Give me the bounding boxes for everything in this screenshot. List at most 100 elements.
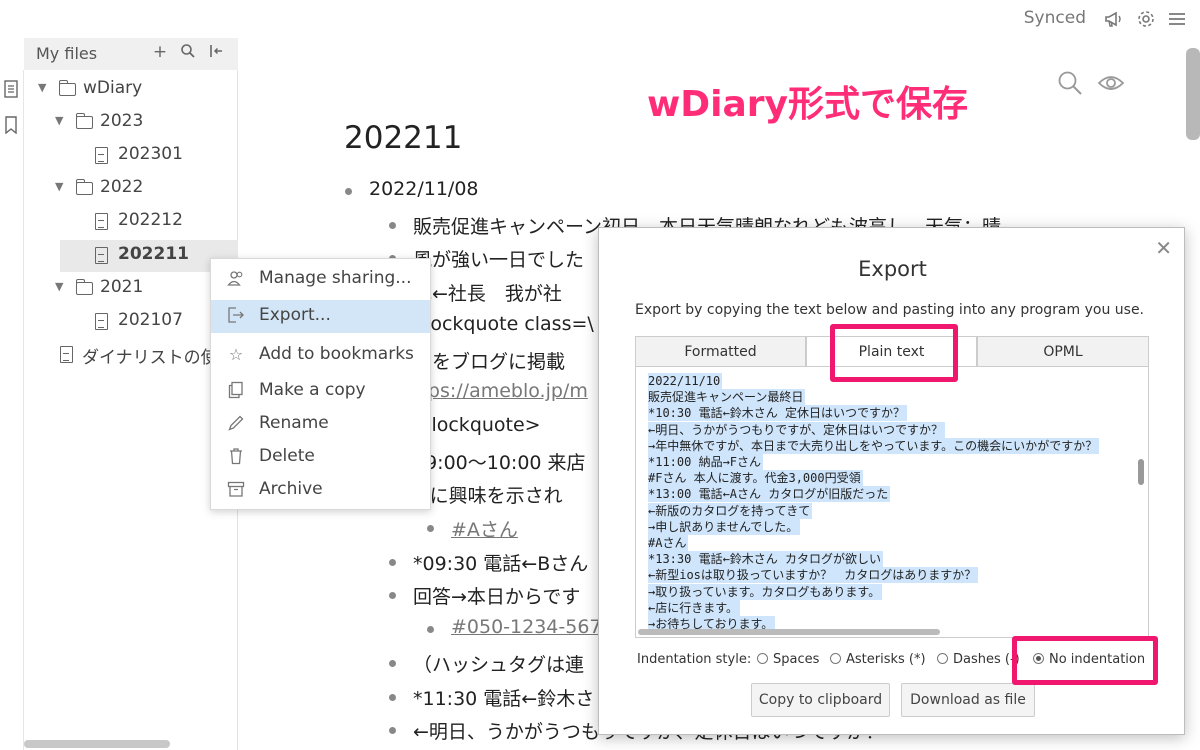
outline-bullet[interactable] (389, 727, 396, 735)
outline-bullet[interactable] (389, 592, 396, 600)
radio-dashes[interactable]: Dashes (-) (937, 652, 1020, 667)
export-text-line: ←明日、うかがうつもりですが、定休日はいつですか？ (648, 421, 945, 438)
outline-bullet[interactable] (389, 693, 396, 701)
collapse-sidebar-icon[interactable] (206, 43, 226, 64)
outline-item-text[interactable]: 09:00〜10:00 来店 (413, 448, 586, 475)
copy-to-clipboard-button[interactable]: Copy to clipboard (751, 683, 890, 717)
radio-dot (937, 653, 948, 664)
outline-item-text[interactable]: /blockquote> (413, 414, 541, 436)
outline-item-text[interactable]: #Aさん (451, 515, 518, 542)
outline-bullet[interactable] (389, 558, 396, 566)
outline-item-text[interactable]: 礼←社長 我が社 (413, 279, 562, 306)
outline-bullet[interactable] (389, 659, 396, 667)
caret-down-icon[interactable]: ▼ (55, 180, 63, 193)
tree-document-202107[interactable]: 202107 (24, 306, 238, 338)
outline-item-text[interactable]: blockquote class=\ (413, 313, 594, 335)
export-text-line: *13:00 電話←Aさん カタログが旧版だった (648, 486, 891, 503)
add-file-icon[interactable]: + (150, 42, 170, 62)
document-list-icon[interactable] (4, 80, 20, 98)
search-icon[interactable] (1057, 70, 1083, 100)
outline-bullet[interactable] (389, 221, 396, 229)
menu-item-archive[interactable]: Archive (211, 474, 430, 507)
radio-dot (757, 653, 768, 664)
radio-label: Asterisks (*) (846, 652, 926, 667)
caret-down-icon[interactable]: ▼ (55, 114, 63, 127)
eye-icon[interactable] (1097, 73, 1125, 97)
menu-item-export[interactable]: Export... (211, 300, 430, 333)
caret-down-icon[interactable]: ▼ (55, 280, 63, 293)
export-text-line: ←新型iosは取り扱っていますか？ カタログはありますか？ (648, 567, 979, 584)
tree-folder-2021[interactable]: ▼ 2021 (24, 273, 238, 305)
outline-item-text[interactable]: *09:30 電話←Bさん (413, 549, 588, 576)
tab-formatted[interactable]: Formatted (635, 336, 806, 368)
highlight-no-indentation (1012, 636, 1158, 685)
outline-bullet[interactable] (427, 525, 434, 532)
search-icon[interactable] (178, 43, 198, 64)
indentation-label: Indentation style: (637, 652, 752, 667)
menu-item-delete[interactable]: Delete (211, 441, 430, 474)
bookmark-icon[interactable] (4, 116, 20, 135)
document-icon (95, 313, 108, 330)
copy-icon (227, 381, 245, 401)
export-text-area[interactable]: 2022/11/10 販売促進キャンペーン最終日 *10:30 電話←鈴木さん 定休… (635, 366, 1149, 638)
menu-item-label: Manage sharing... (259, 268, 412, 288)
radio-label: Dashes (-) (953, 652, 1020, 667)
sidebar-scrollbar[interactable] (24, 740, 170, 748)
folder-icon (75, 279, 93, 295)
export-icon (227, 306, 245, 326)
pencil-icon (227, 414, 245, 434)
editor-scrollbar[interactable] (1186, 48, 1200, 140)
outline-item-text[interactable]: *11:30 電話←鈴木さ (413, 684, 594, 711)
document-title: 202211 (344, 120, 463, 156)
outline-item-text[interactable]: 明をブログに掲載 (413, 347, 565, 374)
folder-icon (75, 179, 93, 195)
menu-item-manage-sharing[interactable]: Manage sharing... (211, 263, 430, 296)
tree-document-202212[interactable]: 202212 (24, 206, 238, 238)
radio-spaces[interactable]: Spaces (757, 652, 819, 667)
trash-icon (227, 447, 245, 467)
menu-item-rename[interactable]: Rename (211, 408, 430, 441)
outline-item-text[interactable]: ○に興味を示され (413, 481, 563, 508)
file-sidebar: My files + ▼ wDiary ▼ 2023 202301 ▼ 2022… (24, 38, 238, 750)
tree-folder-wdiary[interactable]: ▼ wDiary (24, 74, 238, 106)
tree-label: 2023 (100, 111, 144, 131)
outline-item-text[interactable]: （ハッシュタグは連 (413, 650, 584, 677)
outline-item-text[interactable]: 風が強い一日でした (413, 245, 584, 272)
tree-label: 202301 (118, 144, 183, 164)
archive-icon (227, 480, 245, 500)
annotation-caption: wDiary形式で保存 (647, 84, 968, 125)
outline-item-text[interactable]: 2022/11/08 (369, 178, 479, 200)
tree-label: 2021 (100, 277, 144, 297)
tab-opml[interactable]: OPML (977, 336, 1149, 368)
tree-document-202301[interactable]: 202301 (24, 140, 238, 172)
export-text-line: *13:30 電話←鈴木さん カタログが欲しい (648, 551, 884, 568)
context-menu: Manage sharing... Export... ☆ Add to boo… (210, 258, 431, 510)
menu-item-add-to-bookmarks[interactable]: ☆ Add to bookmarks (211, 339, 430, 372)
menu-item-label: Rename (259, 413, 329, 433)
export-text-line: *11:00 納品→Fさん (648, 454, 764, 470)
tree-folder-2022[interactable]: ▼ 2022 (24, 173, 238, 205)
gear-icon[interactable] (1135, 8, 1157, 30)
menu-item-make-a-copy[interactable]: Make a copy (211, 375, 430, 408)
caret-down-icon[interactable]: ▼ (38, 81, 46, 94)
side-rail (0, 70, 24, 750)
dialog-description: Export by copying the text below and pas… (635, 302, 1145, 318)
outline-item-text[interactable]: 回答→本日からです (413, 582, 580, 609)
menu-item-label: Make a copy (259, 380, 366, 400)
tree-folder-2023[interactable]: ▼ 2023 (24, 107, 238, 139)
export-text-line: 2022/11/10 (648, 373, 723, 389)
outline-bullet[interactable] (345, 188, 352, 195)
tree-label: 202211 (118, 244, 189, 264)
download-as-file-button[interactable]: Download as file (901, 683, 1035, 717)
menu-icon[interactable] (1166, 8, 1188, 30)
textarea-vertical-scrollbar[interactable] (1138, 459, 1144, 485)
document-icon (60, 346, 73, 363)
megaphone-icon[interactable] (1103, 8, 1125, 30)
tree-document-dynalist-guide[interactable]: ダイナリストの使 (24, 339, 238, 371)
outline-bullet[interactable] (427, 626, 434, 634)
outline-item-text[interactable]: #050-1234-5678 (451, 616, 614, 638)
dialog-title: Export (858, 257, 927, 281)
outline-item-text[interactable]: ttps://ameblo.jp/m (413, 380, 588, 402)
textarea-horizontal-scrollbar[interactable] (638, 629, 940, 635)
radio-asterisks[interactable]: Asterisks (*) (830, 652, 926, 667)
